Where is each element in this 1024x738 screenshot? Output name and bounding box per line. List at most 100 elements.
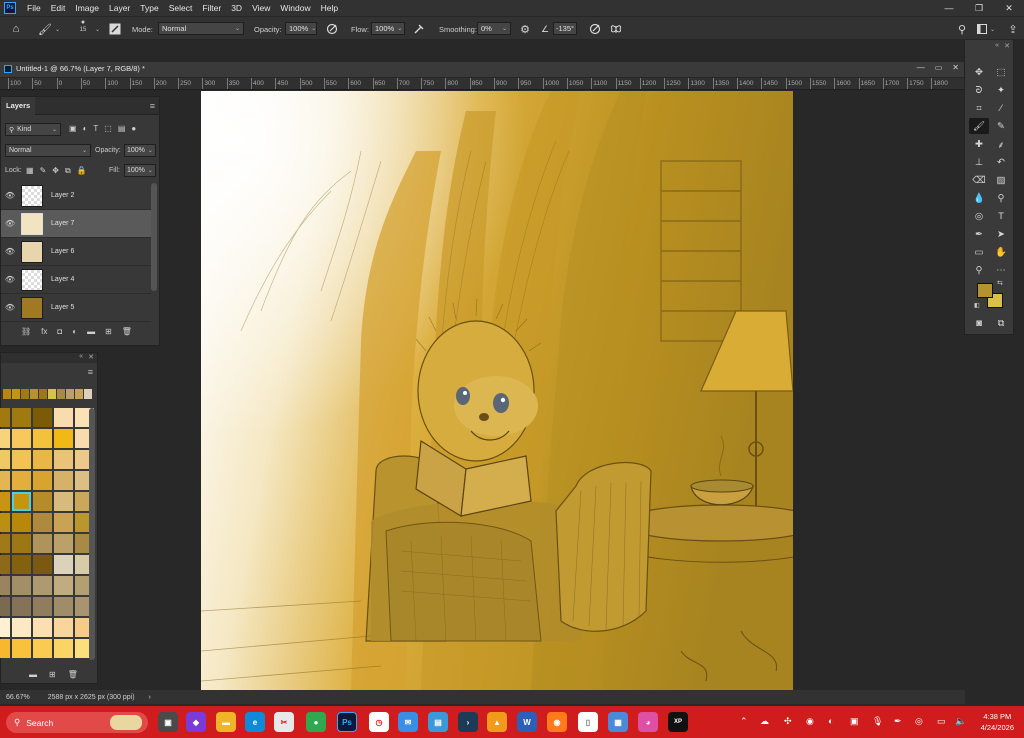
swatch[interactable] <box>54 555 73 574</box>
taskbar-search-box[interactable]: ⚲ Search <box>6 712 148 733</box>
swatch[interactable] <box>12 513 31 532</box>
file-explorer-icon[interactable]: ▬ <box>216 712 236 732</box>
layer-row[interactable]: 👁 Layer 6 <box>1 238 151 266</box>
microphone-icon[interactable]: 🎙 <box>872 716 883 727</box>
menu-help[interactable]: Help <box>316 3 343 13</box>
swatch[interactable] <box>54 639 73 658</box>
swatch[interactable] <box>12 450 31 469</box>
horizontal-ruler[interactable]: 100 50 0 50 100 150 200 250 300 350 400 450 500 550 60… <box>0 78 965 90</box>
pen-tool-icon[interactable]: ✒ <box>969 226 989 242</box>
symmetry-butterfly-icon[interactable] <box>609 22 623 36</box>
taskbar-clock[interactable]: 4:38 PM 4/24/2026 <box>981 711 1014 733</box>
display-icon[interactable]: ▭ <box>937 716 946 727</box>
swatch[interactable] <box>54 471 73 490</box>
calculator-icon[interactable]: ▦ <box>608 712 628 732</box>
chrome-browser-icon[interactable]: ● <box>306 712 326 732</box>
swatch[interactable] <box>33 555 52 574</box>
photoshop-logo-icon[interactable]: Ps <box>4 2 16 14</box>
notepad-icon[interactable]: ▯ <box>578 712 598 732</box>
swatch[interactable] <box>0 618 10 637</box>
panel-menu-icon[interactable]: ≡ <box>88 367 93 377</box>
tray-edge-icon[interactable]: ◐ <box>828 716 833 726</box>
mode-dropdown[interactable]: Normal ⌄ <box>158 22 244 35</box>
filter-smart-object-icon[interactable]: ▤ <box>118 124 126 133</box>
swatch[interactable] <box>54 450 73 469</box>
menu-image[interactable]: Image <box>70 3 104 13</box>
layers-scrollbar[interactable] <box>151 183 157 291</box>
hand-tool-icon[interactable]: ✋ <box>991 244 1011 260</box>
brush-angle-field[interactable]: -135° <box>553 22 577 35</box>
filter-pixel-icon[interactable]: ▣ <box>69 124 77 133</box>
swatch[interactable] <box>54 429 73 448</box>
tray-steam-icon[interactable]: ◉ <box>806 716 814 727</box>
swatch[interactable] <box>33 534 52 553</box>
tab-layers[interactable]: Layers <box>1 96 36 115</box>
recent-swatch[interactable] <box>57 389 65 399</box>
eraser-tool-icon[interactable]: ⌫ <box>969 172 989 188</box>
swatch[interactable] <box>12 618 31 637</box>
swatch[interactable] <box>54 618 73 637</box>
lock-image-pixels-icon[interactable]: ✎ <box>40 166 47 176</box>
brush-tool-preset-icon[interactable]: 🖌 ⌄ <box>38 22 60 36</box>
selected-swatch[interactable] <box>12 492 31 511</box>
swap-colors-icon[interactable]: ⇆ <box>997 279 1003 287</box>
task-view-icon[interactable]: ▣ <box>158 712 178 732</box>
swatch[interactable] <box>12 639 31 658</box>
brush-picker-arrow-icon[interactable]: ⌄ <box>92 22 100 36</box>
visibility-eye-icon[interactable]: 👁 <box>1 303 19 312</box>
menu-view[interactable]: View <box>247 3 275 13</box>
doc-restore-icon[interactable]: ▭ <box>935 63 943 72</box>
swatch[interactable] <box>54 597 73 616</box>
mail-icon[interactable]: ✉ <box>398 712 418 732</box>
menu-3d[interactable]: 3D <box>226 3 247 13</box>
recent-swatch[interactable] <box>21 389 29 399</box>
firefox-icon[interactable]: ◉ <box>547 712 567 732</box>
status-menu-arrow-icon[interactable]: › <box>149 694 151 701</box>
filter-shape-icon[interactable]: ⬚ <box>104 124 112 133</box>
filter-adjustment-icon[interactable]: ◐ <box>83 124 88 133</box>
mixer-brush-tool-icon[interactable]: ⸙ <box>991 136 1011 152</box>
recent-swatch[interactable] <box>75 389 83 399</box>
painting-canvas[interactable] <box>201 91 793 691</box>
tray-chrome-icon[interactable]: ◎ <box>915 716 923 727</box>
new-swatch-icon[interactable]: ⊞ <box>49 670 56 679</box>
menu-type[interactable]: Type <box>135 3 163 13</box>
swatch[interactable] <box>12 576 31 595</box>
opacity-field[interactable]: 100% ⌄ <box>285 22 317 35</box>
filter-toggle-icon[interactable]: ● <box>131 124 136 133</box>
swatch[interactable] <box>12 534 31 553</box>
clone-stamp-tool-icon[interactable]: ⊥ <box>969 154 989 170</box>
visibility-eye-icon[interactable]: 👁 <box>1 247 19 256</box>
collapse-icon[interactable]: « <box>79 353 83 360</box>
swatch[interactable] <box>0 429 10 448</box>
rectangle-tool-icon[interactable]: ▭ <box>969 244 989 260</box>
link-layers-icon[interactable]: ⛓ <box>21 327 31 336</box>
foreground-color-chip[interactable] <box>977 283 993 298</box>
eyedropper-tool-icon[interactable]: ⁄ <box>991 100 1011 116</box>
swatch[interactable] <box>33 429 52 448</box>
zoom-level[interactable]: 66.67% <box>6 694 30 701</box>
healing-brush-tool-icon[interactable]: ✚ <box>969 136 989 152</box>
type-tool-icon[interactable]: T <box>991 208 1011 224</box>
document-tab[interactable]: Untitled-1 @ 66.7% (Layer 7, RGB/8) * — … <box>0 62 965 78</box>
swatch[interactable] <box>12 555 31 574</box>
filter-type-icon[interactable]: T <box>93 124 98 133</box>
collapse-icon[interactable]: « <box>995 42 999 49</box>
new-swatch-group-folder-icon[interactable]: ▬ <box>29 670 37 679</box>
minimize-icon[interactable]: — <box>934 0 964 16</box>
search-icon[interactable]: ⚲ <box>956 22 968 36</box>
doc-minimize-icon[interactable]: — <box>917 63 925 72</box>
menu-filter[interactable]: Filter <box>197 3 226 13</box>
maximize-icon[interactable]: ❐ <box>964 0 994 16</box>
swatch[interactable] <box>0 450 10 469</box>
close-icon[interactable]: ✕ <box>994 0 1024 16</box>
menu-edit[interactable]: Edit <box>46 3 71 13</box>
magic-wand-tool-icon[interactable]: ✦ <box>991 82 1011 98</box>
pressure-size-icon[interactable] <box>588 22 602 36</box>
show-hidden-icons-chevron-icon[interactable]: ⌃ <box>740 716 748 727</box>
swatch[interactable] <box>0 492 10 511</box>
swatch[interactable] <box>12 429 31 448</box>
close-icon[interactable]: ✕ <box>88 353 94 361</box>
menu-window[interactable]: Window <box>275 3 315 13</box>
swatch[interactable] <box>54 534 73 553</box>
